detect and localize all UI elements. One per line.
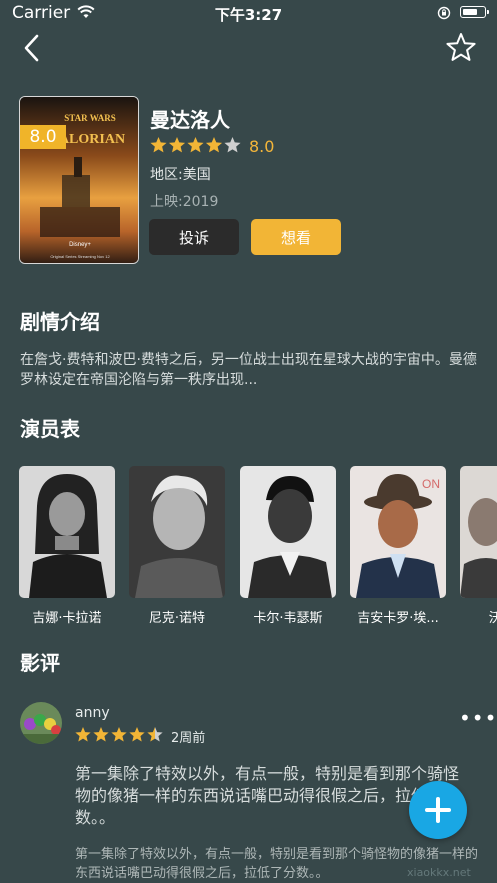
cast-member[interactable]: 卡尔·韦瑟斯 — [240, 466, 336, 626]
star-icon — [150, 137, 167, 153]
cast-name: 吉安卡罗·埃... — [357, 611, 439, 626]
cast-heading: 演员表 — [20, 417, 80, 441]
cast-name: 吉娜·卡拉诺 — [32, 611, 102, 626]
want-to-watch-button[interactable]: 想看 — [251, 219, 341, 255]
star-icon — [205, 137, 223, 153]
movie-title: 曼达洛人 — [150, 108, 230, 132]
synopsis-text: 在詹戈·费特和波巴·费特之后，另一位战士出现在星球大战的宇宙中。曼德罗林设定在帝… — [20, 352, 477, 388]
star-icon — [129, 727, 145, 742]
star-favorite-icon[interactable] — [444, 31, 478, 65]
cast-photo — [129, 466, 225, 598]
star-icon — [224, 137, 241, 153]
cast-name: 沃纳... — [488, 611, 497, 626]
cast-name: 卡尔·韦瑟斯 — [253, 611, 323, 626]
cast-member[interactable]: ON 吉安卡罗·埃... — [350, 466, 446, 626]
svg-text:ALORIAN: ALORIAN — [59, 132, 125, 147]
clock: 下午3:27 — [214, 6, 283, 24]
cast-photo — [19, 466, 115, 598]
rating-stars — [150, 137, 241, 153]
status-bar: Carrier 下午3:27 — [0, 0, 497, 26]
rating-value: 8.0 — [249, 137, 275, 156]
back-arrow-icon[interactable] — [18, 32, 48, 64]
star-icon — [168, 137, 186, 153]
star-icon — [93, 727, 109, 742]
svg-text:Original Series Streaming Nov: Original Series Streaming Nov 12 — [50, 254, 110, 259]
watermark: xiaokkx.net — [407, 866, 471, 879]
cast-name: 尼克·诺特 — [148, 611, 206, 626]
cast-member[interactable]: 吉娜·卡拉诺 — [19, 466, 115, 626]
review-username: anny — [75, 705, 110, 721]
poster-score-badge: 8.0 — [20, 125, 66, 149]
svg-text:Disney+: Disney+ — [69, 242, 91, 248]
add-review-button[interactable] — [409, 781, 467, 839]
release-label: 上映:2019 — [150, 194, 219, 210]
synopsis-heading: 剧情介绍 — [20, 310, 100, 334]
review-time: 2周前 — [171, 731, 206, 746]
star-icon — [147, 727, 163, 742]
cast-photo — [460, 466, 497, 598]
reviews-heading: 影评 — [20, 651, 60, 675]
review-rating-stars — [75, 727, 163, 742]
svg-text:STAR WARS: STAR WARS — [64, 113, 115, 123]
cast-member[interactable]: 沃纳... — [460, 466, 497, 626]
region-label: 地区:美国 — [150, 167, 211, 183]
star-icon — [75, 727, 91, 742]
star-icon — [111, 727, 127, 742]
orientation-lock-icon — [437, 6, 451, 20]
star-icon — [187, 137, 204, 153]
more-options-icon[interactable]: ••• — [459, 706, 497, 730]
cast-list[interactable]: 吉娜·卡拉诺 尼克·诺特 卡尔·韦瑟斯 ON 吉安卡罗·埃... 沃 — [19, 466, 497, 626]
avatar[interactable] — [20, 702, 62, 744]
battery-icon — [460, 6, 489, 18]
movie-poster: STAR WARS ALORIAN Disney+ Original Serie… — [19, 96, 139, 264]
cast-member[interactable]: 尼克·诺特 — [129, 466, 225, 626]
svg-text:ON: ON — [422, 477, 440, 491]
cast-photo — [240, 466, 336, 598]
cast-photo: ON — [350, 466, 446, 598]
report-button[interactable]: 投诉 — [149, 219, 239, 255]
